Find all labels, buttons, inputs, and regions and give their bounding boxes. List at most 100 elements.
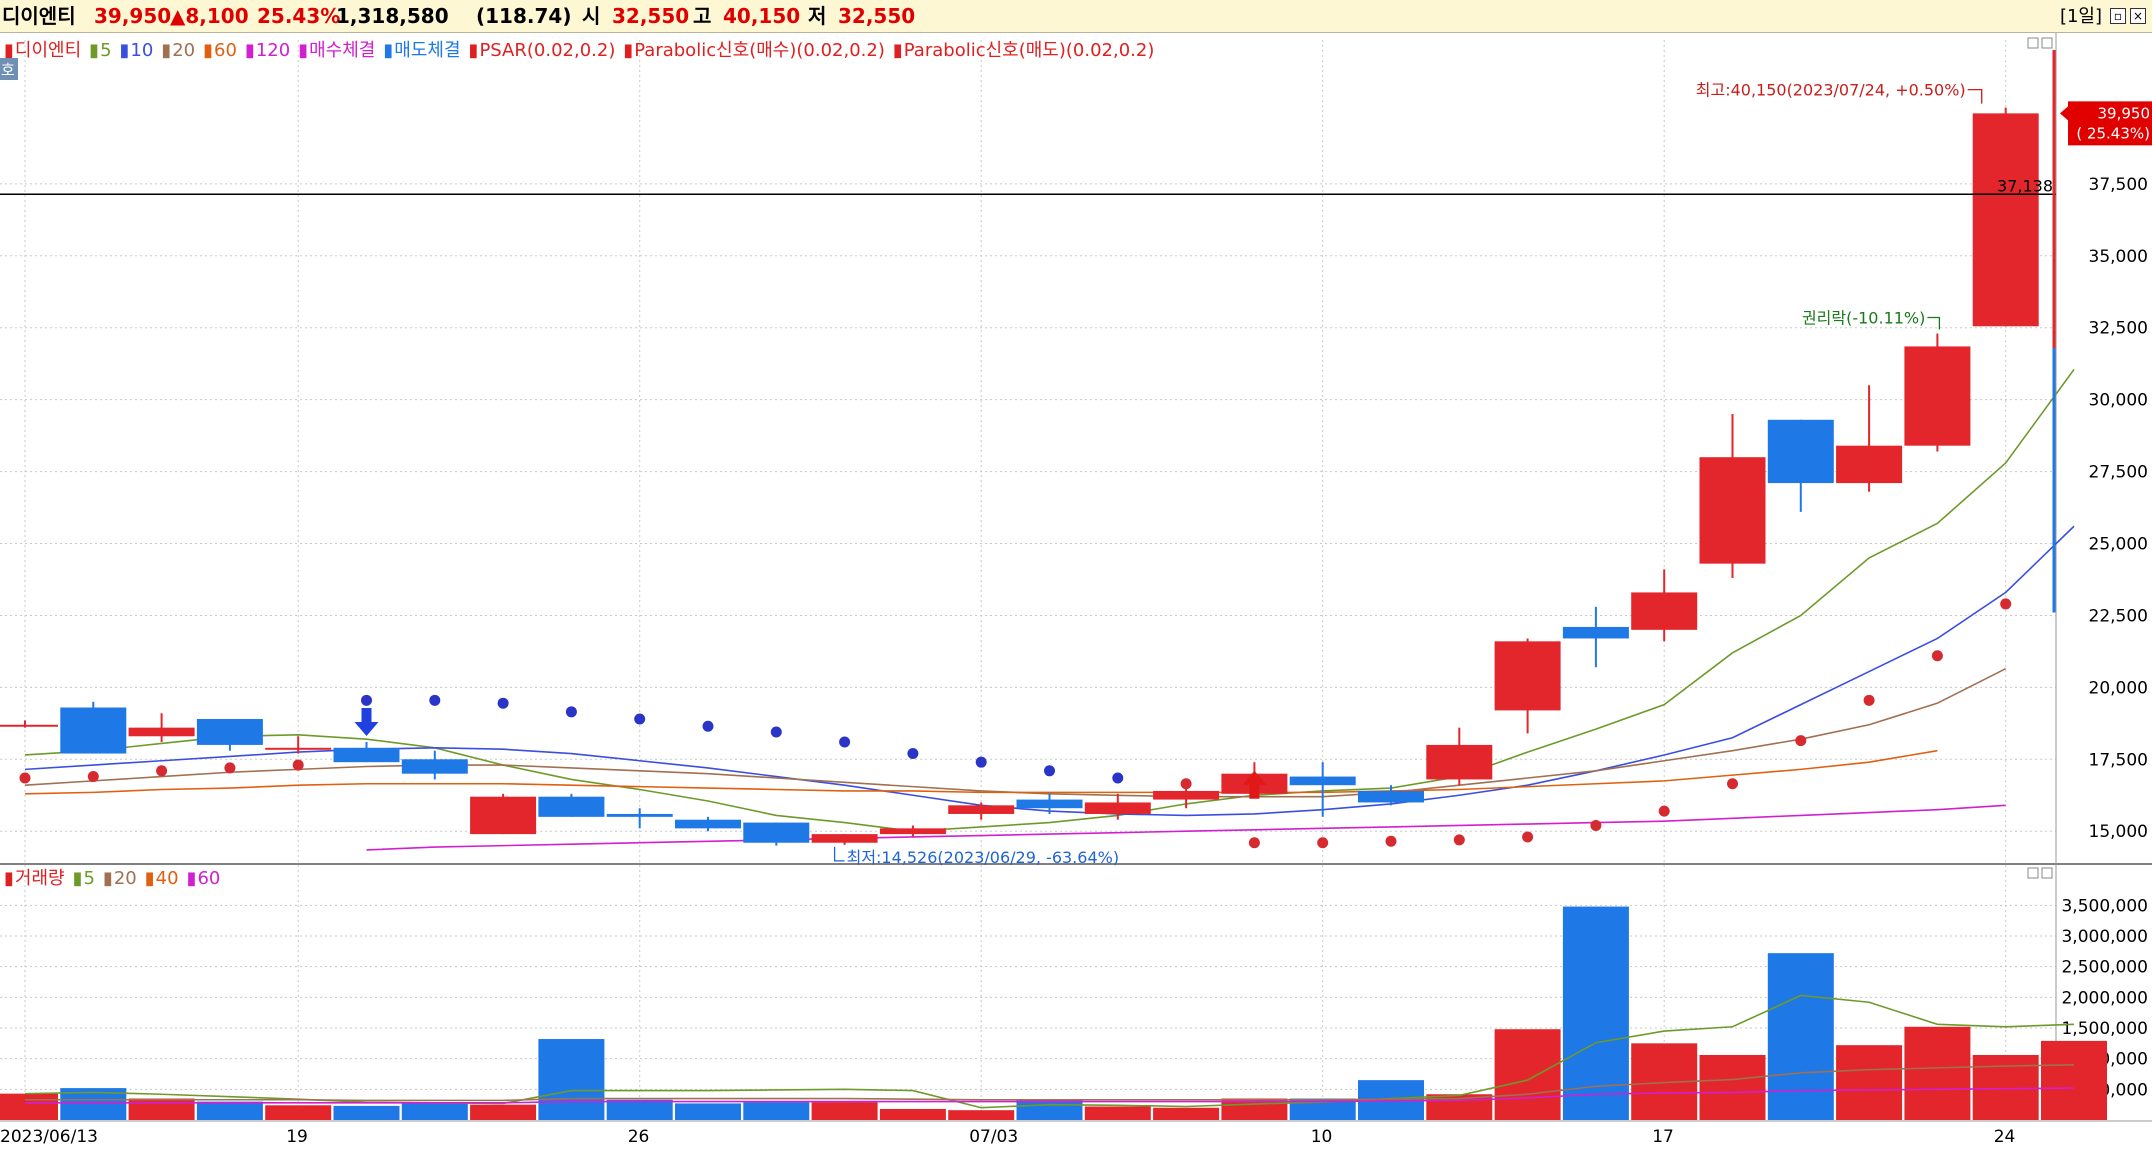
legend-label[interactable]: 20 xyxy=(114,868,137,889)
price-tag-value: 39,950 xyxy=(2098,104,2151,122)
candle-body xyxy=(1836,445,1903,484)
candle-body xyxy=(948,805,1015,814)
candle-body xyxy=(1426,744,1493,780)
candle-body xyxy=(538,796,605,817)
restore-icon[interactable]: ▫ xyxy=(2110,8,2126,24)
high-price: 40,150 xyxy=(723,4,801,28)
candle-body xyxy=(265,747,332,750)
open-price: 32,550 xyxy=(612,4,690,28)
legend-marker: ▮ xyxy=(245,40,255,61)
candle-body xyxy=(60,707,127,754)
legend-marker: ▮ xyxy=(145,868,155,889)
period-selector[interactable]: [1일] xyxy=(2060,0,2102,33)
legend-marker: ▮ xyxy=(623,40,633,61)
volume-bar xyxy=(2041,1040,2107,1120)
candle-body xyxy=(470,796,537,835)
candle-body xyxy=(1084,802,1151,814)
volume-tick-label: 3,500,000 xyxy=(2061,896,2148,916)
volume-bar xyxy=(1016,1100,1083,1120)
trade-volume: 1,318,580 xyxy=(336,4,449,28)
candle-body xyxy=(1016,799,1083,809)
price-tick-label: 15,000 xyxy=(2089,822,2148,842)
low-annotation: 최저:14,526(2023/06/29, -63.64%) xyxy=(847,848,1119,867)
legend-label[interactable]: 120 xyxy=(256,40,290,61)
legend-label[interactable]: 20 xyxy=(172,40,195,61)
psar-dot xyxy=(2000,598,2012,610)
volume-tick-label: 1,500,000 xyxy=(2061,1019,2148,1039)
psar-dot xyxy=(1522,831,1534,843)
date-tick-label: 26 xyxy=(628,1127,650,1147)
candle-body xyxy=(333,747,400,763)
psar-dot xyxy=(1453,834,1465,846)
psar-dot xyxy=(1931,650,1943,662)
stock-name[interactable]: 디이엔티 xyxy=(2,0,76,33)
psar-dot xyxy=(1727,778,1738,790)
volume-bar xyxy=(333,1105,400,1120)
psar-dot xyxy=(565,706,577,718)
legend-label[interactable]: 거래량 xyxy=(15,868,65,889)
psar-dot xyxy=(1863,694,1875,706)
legend-label[interactable]: 5 xyxy=(84,868,95,889)
legend-label[interactable]: 60 xyxy=(214,40,237,61)
legend-label[interactable]: 5 xyxy=(100,40,111,61)
current-price: 39,950 xyxy=(94,4,172,28)
rights-annotation: 권리락(-10.11%) xyxy=(1802,308,1925,327)
volume-bar xyxy=(1972,1054,2039,1120)
psar-dot xyxy=(702,720,714,732)
trade-amount: (118.74) xyxy=(476,4,572,28)
volume-tick-label: 2,000,000 xyxy=(2061,988,2148,1008)
volume-bar xyxy=(1084,1106,1151,1120)
legend-label[interactable]: 10 xyxy=(130,40,153,61)
legend-marker: ▮ xyxy=(103,868,113,889)
volume-bar xyxy=(470,1104,537,1120)
legend-marker: ▮ xyxy=(893,40,903,61)
volume-bar xyxy=(1699,1054,1766,1120)
legend-label[interactable]: PSAR(0.02,0.2) xyxy=(479,40,615,61)
psar-dot xyxy=(1317,837,1329,849)
volume-pane-minimize-icon[interactable] xyxy=(2027,867,2039,879)
psar-dot xyxy=(87,771,99,783)
legend-label[interactable]: Parabolic신호(매수)(0.02,0.2) xyxy=(634,40,885,61)
legend-label[interactable]: 매도체결 xyxy=(394,40,460,61)
candle-body xyxy=(1562,626,1629,639)
candle-body xyxy=(1699,457,1766,564)
legend-marker: ▮ xyxy=(120,40,130,61)
psar-dot xyxy=(975,756,987,768)
volume-bar xyxy=(879,1108,946,1120)
legend-label[interactable]: 60 xyxy=(197,868,220,889)
close-icon[interactable]: × xyxy=(2130,8,2146,24)
legend-label[interactable]: Parabolic신호(매도)(0.02,0.2) xyxy=(904,40,1155,61)
volume-bar xyxy=(196,1101,263,1120)
price-tick-label: 30,000 xyxy=(2089,391,2148,411)
psar-dot xyxy=(1658,805,1670,817)
legend-label[interactable]: 40 xyxy=(156,868,179,889)
legend-marker: ▮ xyxy=(89,40,99,61)
psar-dot xyxy=(1795,735,1807,747)
price-tick-label: 22,500 xyxy=(2089,606,2148,626)
high-label: 고 xyxy=(693,4,712,28)
psar-dot xyxy=(224,762,236,774)
volume-pane-close-icon[interactable] xyxy=(2041,867,2053,879)
legend-marker: ▮ xyxy=(203,40,213,61)
legend-label[interactable]: 매수체결 xyxy=(309,40,375,61)
side-button[interactable]: 호 xyxy=(0,58,18,80)
stock-chart[interactable]: 15,000 17,500 20,000 22,500 25,000 27,500 30,0… xyxy=(0,33,2152,1150)
pane-close-icon[interactable] xyxy=(2041,37,2053,49)
candle-body xyxy=(811,834,878,843)
high-annotation: 최고:40,150(2023/07/24, +0.50%) xyxy=(1696,81,1966,100)
psar-dot xyxy=(1590,819,1602,831)
legend-label[interactable]: 디이엔티 xyxy=(15,40,81,61)
price-tick-label: 27,500 xyxy=(2089,463,2148,483)
candle-body xyxy=(128,727,195,737)
candle-body xyxy=(743,822,810,843)
volume-bar xyxy=(401,1103,468,1120)
volume-bar xyxy=(128,1098,195,1120)
psar-dot xyxy=(1248,837,1260,849)
candle-body xyxy=(879,828,946,835)
price-change: ▲8,100 xyxy=(170,4,249,28)
candle-body xyxy=(1767,419,1834,484)
date-tick-label: 07/03 xyxy=(969,1127,1018,1147)
psar-dot xyxy=(907,748,919,760)
pane-minimize-icon[interactable] xyxy=(2027,37,2039,49)
psar-dot xyxy=(1112,772,1124,784)
